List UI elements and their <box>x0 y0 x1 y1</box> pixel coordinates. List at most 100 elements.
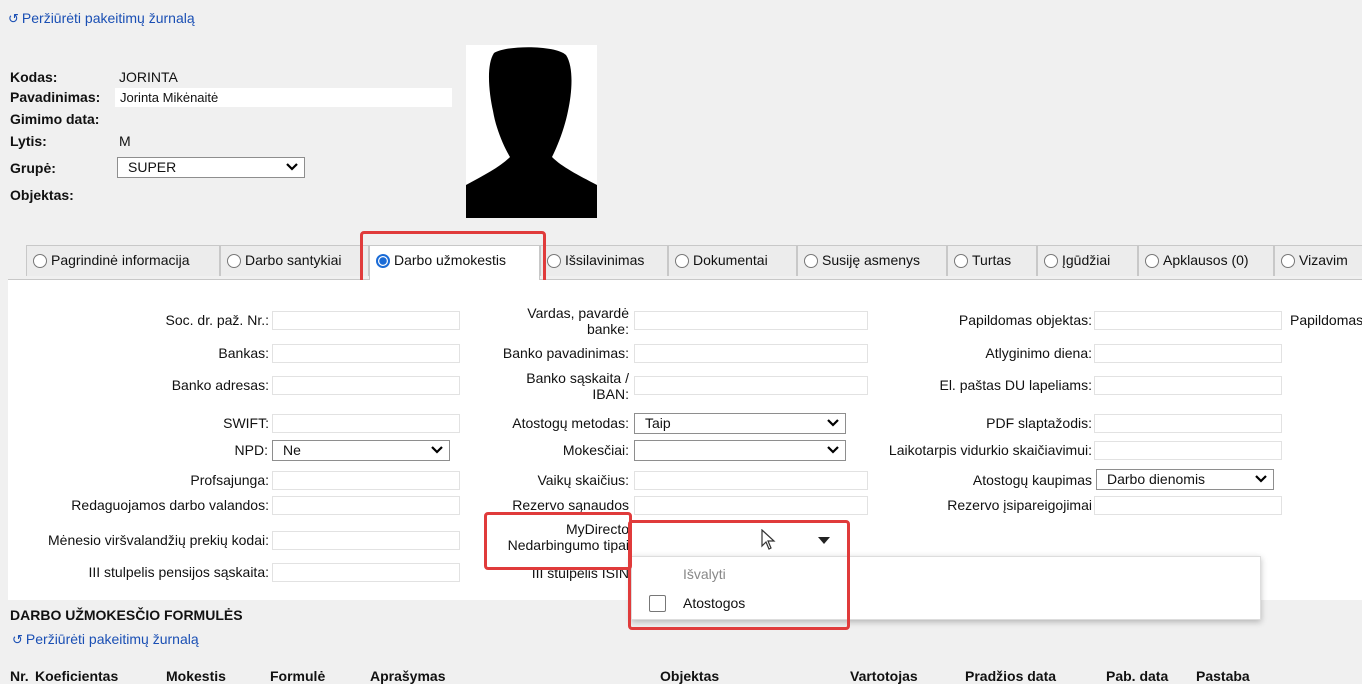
bank-label: Bankas: <box>218 345 269 361</box>
email-input[interactable] <box>1094 376 1282 395</box>
col-header-mokestis: Mokestis <box>166 668 226 684</box>
reserve-costs-input[interactable] <box>634 496 868 515</box>
avg-period-input[interactable] <box>1094 441 1282 460</box>
npd-select[interactable]: Ne <box>272 440 450 461</box>
reserve-obligations-label: Rezervo įsipareigojimai <box>947 497 1092 513</box>
name-in-bank-input[interactable] <box>634 311 868 330</box>
overtime-codes-input[interactable] <box>272 531 460 550</box>
children-label: Vaikų skaičius: <box>537 472 629 488</box>
col-header-objektas: Objektas <box>660 668 720 684</box>
tab-label: Darbo užmokestis <box>394 252 507 268</box>
bank-account-input[interactable] <box>634 376 868 395</box>
radio-icon <box>1281 254 1295 268</box>
group-label: Grupė: <box>10 160 56 176</box>
col-header-formule: Formulė <box>270 668 326 684</box>
tab-label: Susiję asmenys <box>822 252 921 268</box>
taxes-select[interactable] <box>634 440 846 461</box>
pay-day-input[interactable] <box>1094 344 1282 363</box>
bank-address-input[interactable] <box>272 376 460 395</box>
caret-down-icon <box>818 537 830 544</box>
vacation-accrual-select[interactable]: Darbo dienomis <box>1096 469 1274 490</box>
mydirecto-label-line2: Nedarbingumo tipai <box>507 537 629 553</box>
bank-name-label: Banko pavadinimas: <box>502 345 629 361</box>
col-header-pradzios-data: Pradžios data <box>965 668 1057 684</box>
radio-icon <box>1145 254 1159 268</box>
taxes-label: Mokesčiai: <box>562 442 629 458</box>
vacation-accrual-label: Atostogų kaupimas <box>972 472 1092 488</box>
tab-label: Pagrindinė informacija <box>51 252 190 268</box>
radio-icon <box>804 254 818 268</box>
chevron-down-icon <box>827 446 839 454</box>
pdf-password-label: PDF slaptažodis: <box>986 415 1092 431</box>
history-icon: ↺ <box>8 11 19 26</box>
formulas-history-link[interactable]: ↺ Peržiūrėti pakeitimų žurnalą <box>12 631 199 648</box>
reserve-obligations-input[interactable] <box>1094 496 1282 515</box>
col-header-koeficientas: Koeficientas <box>35 668 119 684</box>
bank-input[interactable] <box>272 344 460 363</box>
vacation-accrual-value: Darbo dienomis <box>1107 471 1206 487</box>
avatar <box>466 45 597 218</box>
chevron-down-icon <box>1255 475 1267 483</box>
avg-period-label: Laikotarpis vidurkio skaičiavimui: <box>888 442 1092 458</box>
isin-label: III stulpelis ISIN <box>531 565 629 581</box>
checkbox-icon[interactable] <box>649 595 666 612</box>
union-input[interactable] <box>272 471 460 490</box>
absence-types-select[interactable] <box>634 529 846 553</box>
vacation-method-select[interactable]: Taip <box>634 413 846 434</box>
overtime-codes-label: Mėnesio viršvalandžių prekių kodai: <box>48 532 269 548</box>
npd-label: NPD: <box>234 442 268 458</box>
code-value: JORINTA <box>119 69 178 85</box>
option-label: Atostogos <box>683 595 746 611</box>
tab-darbo-santykiai[interactable]: Darbo santykiai <box>220 245 369 276</box>
editable-hours-input[interactable] <box>272 496 460 515</box>
tab-darbo-uzmokestis[interactable]: Darbo užmokestis <box>369 245 540 281</box>
name-label: Pavadinimas: <box>10 89 101 105</box>
mouse-cursor-icon <box>761 529 776 550</box>
pdf-password-input[interactable] <box>1094 414 1282 433</box>
clear-option[interactable]: Išvalyti <box>683 566 726 582</box>
radio-icon <box>227 254 241 268</box>
radio-icon <box>675 254 689 268</box>
tab-susije-asmenys[interactable]: Susiję asmenys <box>797 245 947 276</box>
mydirecto-label-line1: MyDirecto <box>565 521 629 537</box>
swift-input[interactable] <box>272 414 460 433</box>
tab-vizavimas[interactable]: Vizavim <box>1274 245 1362 276</box>
tab-label: Turtas <box>972 252 1012 268</box>
option-atostogos[interactable]: Atostogos <box>632 591 1260 619</box>
name-field[interactable]: Jorinta Mikėnaitė <box>115 88 452 107</box>
children-input[interactable] <box>634 471 868 490</box>
group-select[interactable]: SUPER <box>117 157 305 178</box>
radio-icon <box>33 254 47 268</box>
tab-igudziai[interactable]: Įgūdžiai <box>1037 245 1138 276</box>
pension-account-label: III stulpelis pensijos sąskaita: <box>88 564 269 580</box>
vacation-method-label: Atostogų metodas: <box>512 415 629 431</box>
history-link-text[interactable]: Peržiūrėti pakeitimų žurnalą <box>22 10 195 26</box>
formulas-history-link-text[interactable]: Peržiūrėti pakeitimų žurnalą <box>26 631 199 647</box>
object-label: Objektas: <box>10 187 74 203</box>
tab-label: Darbo santykiai <box>245 252 342 268</box>
tab-issilavinimas[interactable]: Išsilavinimas <box>540 245 668 276</box>
history-link-top[interactable]: ↺ Peržiūrėti pakeitimų žurnalą <box>8 10 195 27</box>
tab-dokumentai[interactable]: Dokumentai <box>668 245 797 276</box>
tab-label: Vizavim <box>1299 252 1348 268</box>
extra-object-input[interactable] <box>1094 311 1282 330</box>
radio-icon <box>954 254 968 268</box>
radio-icon <box>547 254 561 268</box>
tab-turtas[interactable]: Turtas <box>947 245 1037 276</box>
chevron-down-icon <box>431 446 443 454</box>
mydirecto-label: MyDirecto Nedarbingumo tipai <box>480 521 629 553</box>
bank-name-input[interactable] <box>634 344 868 363</box>
gender-label: Lytis: <box>10 133 47 149</box>
chevron-down-icon <box>286 163 298 171</box>
soc-input[interactable] <box>272 311 460 330</box>
pension-account-input[interactable] <box>272 563 460 582</box>
union-label: Profsajunga: <box>190 472 269 488</box>
tab-apklausos[interactable]: Apklausos (0) <box>1138 245 1274 276</box>
tab-pagrindine[interactable]: Pagrindinė informacija <box>26 245 220 276</box>
person-silhouette-icon <box>466 47 597 218</box>
birth-label: Gimimo data: <box>10 111 100 127</box>
radio-icon <box>1044 254 1058 268</box>
code-label: Kodas: <box>10 69 58 85</box>
pay-day-label: Atlyginimo diena: <box>985 345 1092 361</box>
history-icon: ↺ <box>12 632 23 647</box>
